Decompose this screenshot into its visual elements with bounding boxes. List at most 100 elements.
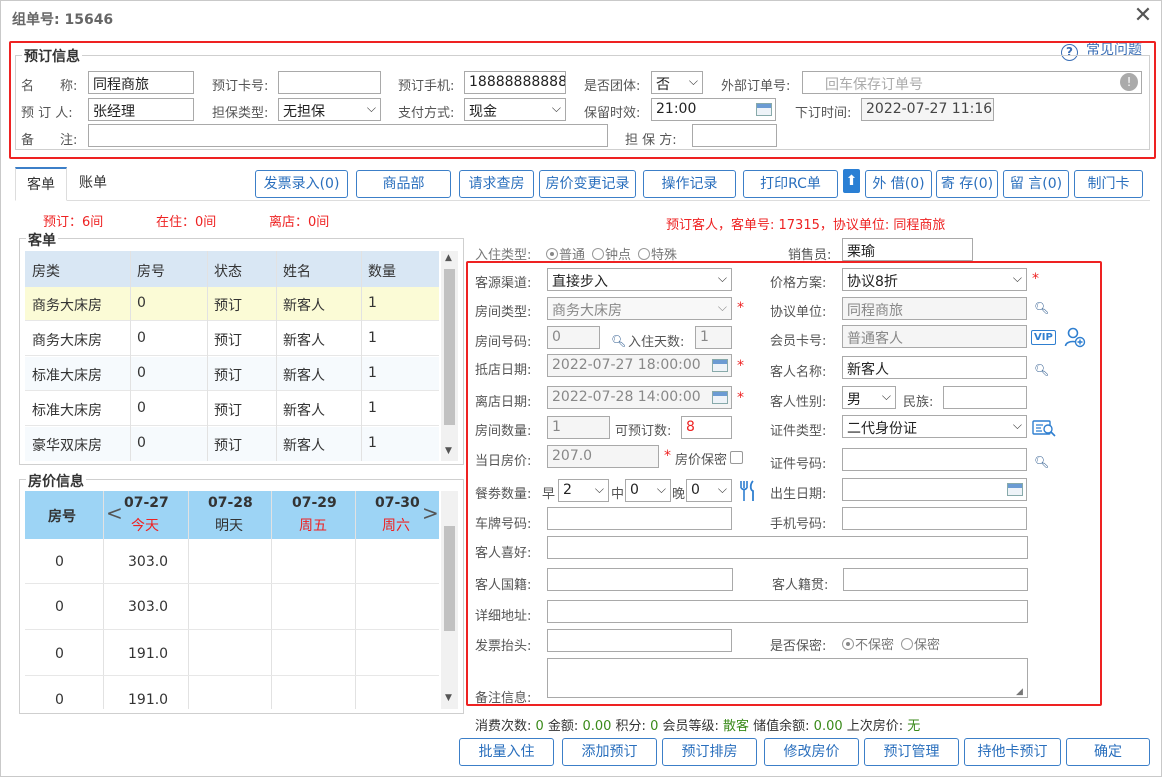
origin-input[interactable] (843, 568, 1028, 591)
arrive-input[interactable]: 2022-07-27 18:00:00 (547, 354, 732, 377)
calendar-icon[interactable] (712, 391, 728, 404)
ethnic-input[interactable] (943, 386, 1027, 409)
birth-input[interactable] (842, 478, 1027, 501)
rates-scrollbar[interactable]: ▼ (441, 491, 458, 709)
remark-textarea[interactable] (547, 658, 1028, 698)
search-icon[interactable]: 🔍︎ (1034, 301, 1049, 315)
dayprice-input[interactable]: 207.0 (547, 445, 659, 468)
phone-input[interactable]: 18888888888 (464, 71, 566, 94)
group-select[interactable]: 否 ⌵ (651, 71, 703, 94)
gender-select[interactable]: 男 ⌵ (842, 386, 896, 409)
print-rc-button[interactable]: 打印RC单 (743, 170, 838, 198)
close-icon[interactable]: ✕ (1132, 5, 1154, 27)
message-button[interactable]: 留 言(0) (1003, 170, 1069, 198)
nation-label: 客人国籍: (475, 578, 532, 593)
booker-label: 预 订 人: (21, 106, 73, 121)
calendar-icon[interactable] (756, 103, 772, 116)
plate-input[interactable] (547, 507, 732, 530)
order-time-input: 2022-07-27 11:16:2 (861, 98, 994, 121)
id-scan-icon[interactable] (1032, 419, 1056, 437)
confirm-button[interactable]: 确定 (1066, 738, 1150, 766)
booking-manage-button[interactable]: 预订管理 (864, 738, 959, 766)
operation-log-button[interactable]: 操作记录 (643, 170, 736, 198)
row-room-type: 商务大床房 (32, 298, 102, 314)
guarantor-input[interactable] (692, 124, 777, 147)
roomtype-select[interactable]: 商务大床房 ⌵ (547, 297, 732, 320)
mobile-input[interactable] (842, 507, 1027, 530)
idno-input[interactable] (842, 448, 1027, 471)
add-user-icon[interactable] (1064, 326, 1086, 348)
table-row[interactable]: 商务大床房 0 预订 新客人 1 (25, 287, 439, 321)
note-input[interactable] (88, 124, 608, 147)
search-icon[interactable]: 🔍︎ (611, 334, 626, 348)
sales-input[interactable]: 栗瑜 (842, 238, 973, 261)
modify-rate-button[interactable]: 修改房价 (764, 738, 859, 766)
arrow-up-icon[interactable]: ⬆ (843, 169, 860, 193)
other-card-booking-button[interactable]: 持他卡预订 (964, 738, 1061, 766)
days-input[interactable]: 1 (695, 326, 732, 349)
idtype-select[interactable]: 二代身份证 ⌵ (842, 415, 1027, 438)
invoice-input[interactable] (547, 629, 732, 652)
rates-prev-button[interactable]: < (106, 501, 123, 525)
address-input[interactable] (547, 600, 1028, 623)
tab-orders[interactable]: 客单 (15, 167, 67, 201)
row-count: 1 (368, 435, 377, 451)
rate-price: 303.0 (128, 554, 169, 570)
guestname-input[interactable]: 新客人 (842, 356, 1027, 379)
tab-bills[interactable]: 账单 (67, 167, 119, 201)
keep-input[interactable]: 21:00 (651, 98, 776, 121)
lend-button[interactable]: 外 借(0) (865, 170, 932, 198)
row-room-type: 标准大床房 (32, 403, 102, 419)
row-room-type: 豪华双床房 (32, 438, 102, 454)
guarantee-type-select[interactable]: 无担保 ⌵ (278, 98, 381, 121)
not-secret-radio[interactable]: 不保密 (842, 634, 894, 653)
row-status: 预订 (214, 438, 242, 454)
ext-order-input[interactable]: 回车保存订单号 (802, 71, 1142, 94)
invoice-entry-button[interactable]: 发票录入(0) (255, 170, 348, 198)
source-select[interactable]: 直接步入 ⌵ (547, 268, 732, 291)
batch-checkin-button[interactable]: 批量入住 (459, 738, 554, 766)
booking-assign-button[interactable]: 预订排房 (662, 738, 757, 766)
name-input[interactable]: 同程商旅 (88, 71, 194, 94)
nation-input[interactable] (547, 568, 733, 591)
secret-price-checkbox[interactable] (730, 451, 743, 464)
booker-input[interactable]: 张经理 (88, 98, 194, 121)
request-check-room-button[interactable]: 请求查房 (459, 170, 534, 198)
table-row[interactable]: 商务大床房 0 预订 新客人 1 (25, 322, 439, 356)
door-card-button[interactable]: 制门卡 (1074, 170, 1143, 198)
table-row[interactable]: 标准大床房 0 预订 新客人 1 (25, 392, 439, 426)
roomcount-input[interactable]: 1 (547, 416, 610, 439)
row-name: 新客人 (283, 403, 325, 419)
lunch-select[interactable]: 0 ⌵ (625, 479, 671, 502)
dinner-select[interactable]: 0 ⌵ (686, 479, 732, 502)
resize-handle-icon[interactable]: ◢ (1016, 687, 1023, 697)
add-booking-button[interactable]: 添加预订 (562, 738, 657, 766)
vip-icon[interactable]: VIP (1031, 330, 1056, 345)
table-row[interactable]: 标准大床房 0 预订 新客人 1 (25, 357, 439, 391)
secret-radio[interactable]: 保密 (901, 634, 940, 653)
search-icon[interactable]: 🔍︎ (1034, 363, 1049, 377)
member-input[interactable]: 普通客人 (842, 325, 1027, 348)
plan-value: 协议8折 (847, 274, 898, 290)
deposit-button[interactable]: 寄 存(0) (936, 170, 998, 198)
calendar-icon[interactable] (712, 359, 728, 372)
goods-button[interactable]: 商品部 (356, 170, 451, 198)
pay-select[interactable]: 现金 ⌵ (464, 98, 566, 121)
required-mark: * (664, 448, 671, 464)
card-input[interactable] (278, 71, 381, 94)
plan-select[interactable]: 协议8折 ⌵ (842, 268, 1027, 291)
rate-change-log-button[interactable]: 房价变更记录 (539, 170, 636, 198)
table-row[interactable]: 豪华双床房 0 预订 新客人 1 (25, 427, 439, 461)
company-input[interactable]: 同程商旅 (842, 297, 1027, 320)
breakfast-select[interactable]: 2 ⌵ (558, 479, 609, 502)
keep-value: 21:00 (656, 101, 697, 117)
row-room-no: 0 (137, 330, 146, 346)
orders-scrollbar[interactable]: ▼ ▲ (441, 251, 458, 461)
roomno-input[interactable]: 0 (547, 326, 600, 349)
depart-input[interactable]: 2022-07-28 14:00:00 (547, 386, 732, 409)
rates-next-button[interactable]: > (422, 501, 439, 525)
hobby-input[interactable] (547, 536, 1028, 559)
row-divider (25, 583, 439, 584)
search-icon[interactable]: 🔍︎ (1034, 455, 1049, 469)
calendar-icon[interactable] (1007, 483, 1023, 496)
